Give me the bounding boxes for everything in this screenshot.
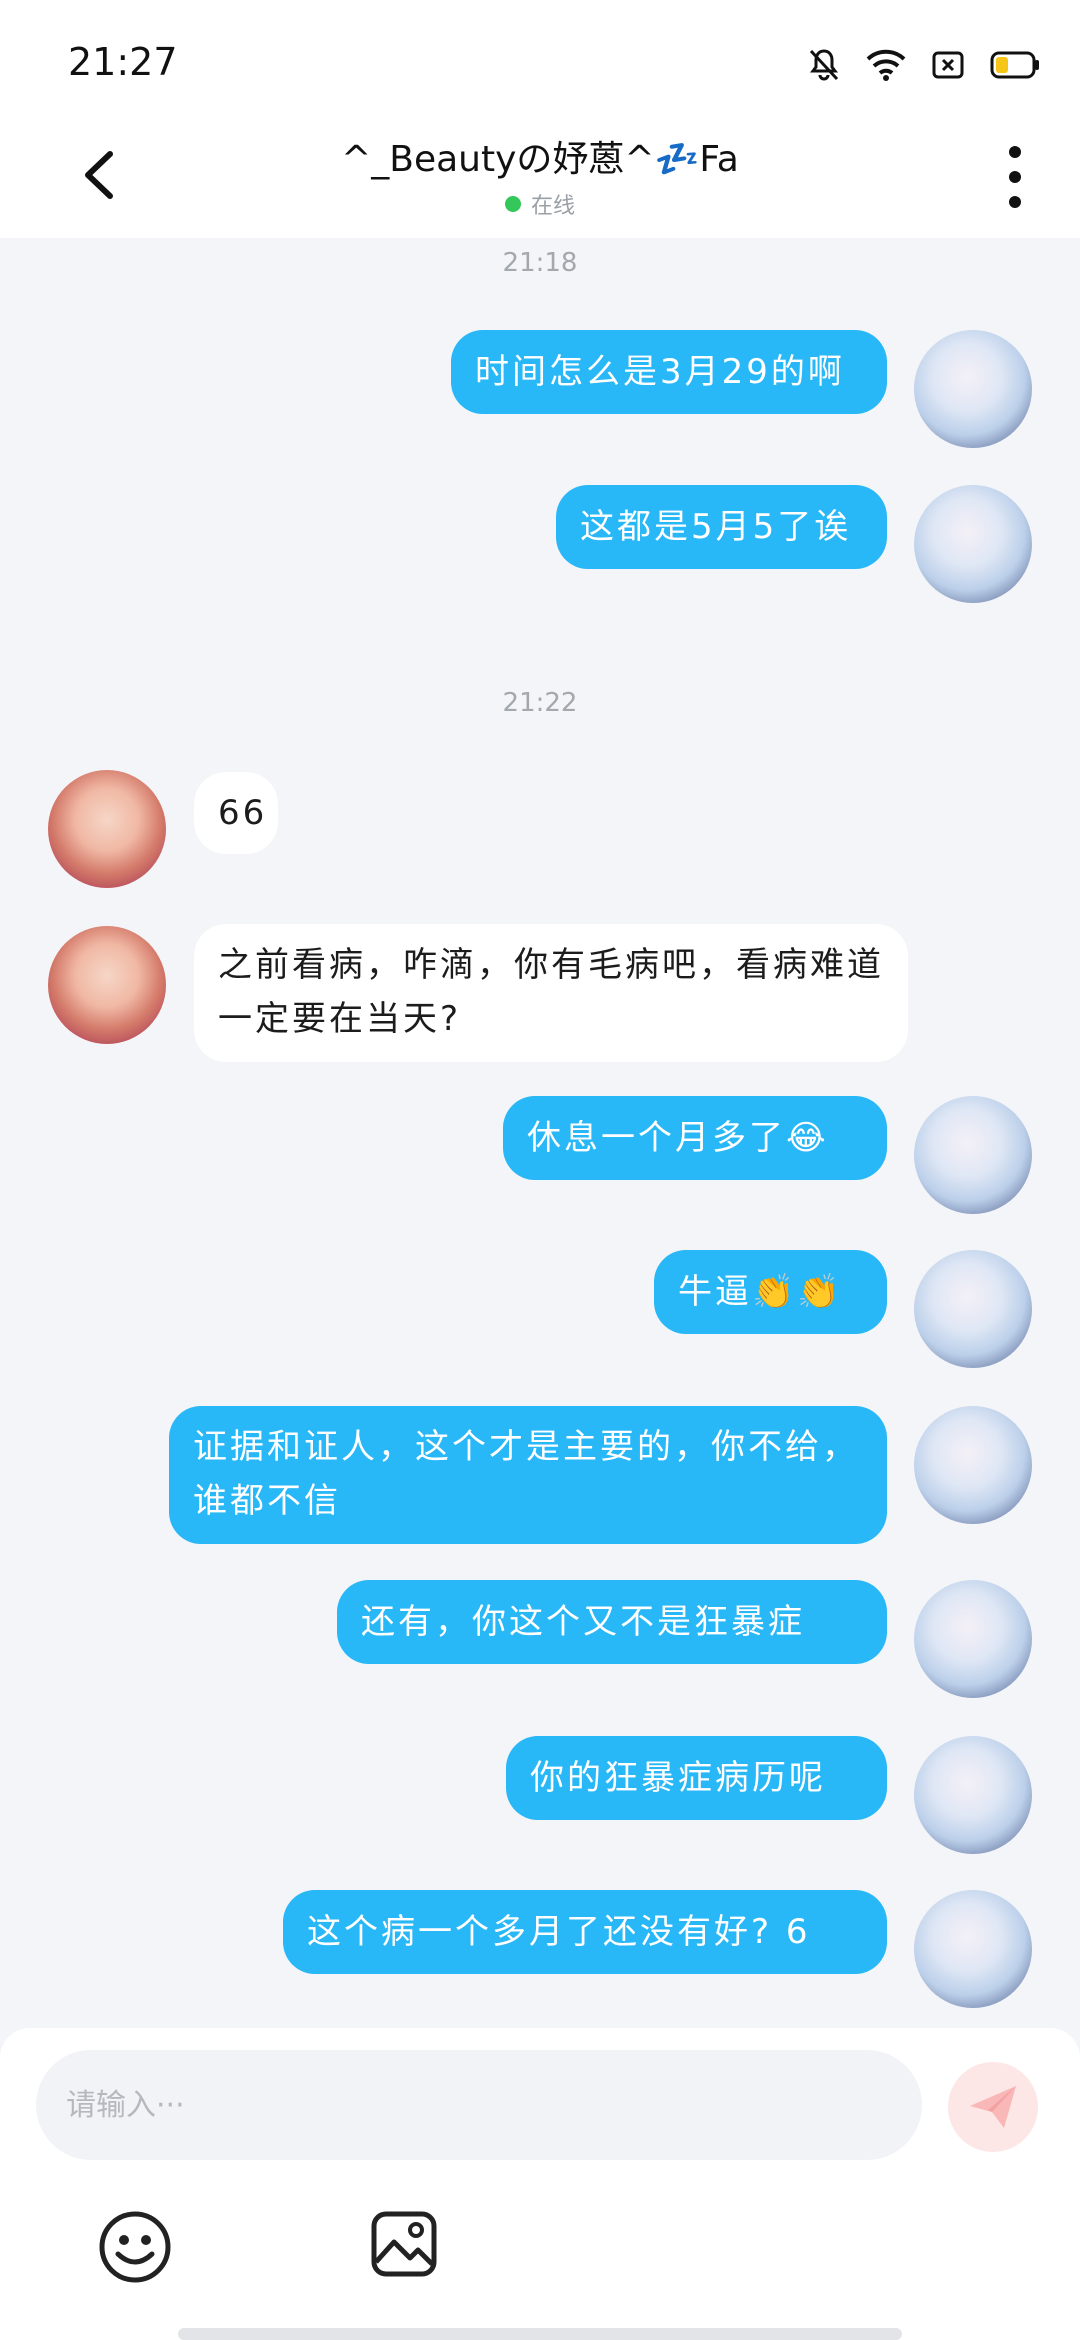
message-bubble-sent[interactable]: 证据和证人，这个才是主要的，你不给，谁都不信 [169,1406,887,1544]
message-bubble-received[interactable]: 之前看病，咋滴，你有毛病吧，看病难道一定要在当天? [194,924,908,1062]
contact-name: ^_Beautyの妤蒽^💤Fa [341,139,739,180]
avatar[interactable] [48,770,166,888]
status-icons [808,48,1040,82]
message-bubble-sent[interactable]: 休息一个月多了😂 [503,1096,887,1180]
avatar[interactable] [914,330,1032,448]
avatar[interactable] [48,926,166,1044]
avatar[interactable] [914,1406,1032,1524]
image-icon[interactable] [370,2210,438,2278]
more-options-icon[interactable] [1000,142,1030,212]
message-bubble-sent[interactable]: 这都是5月5了诶 [556,485,887,569]
message-bubble-sent[interactable]: 牛逼👏👏 [654,1250,887,1334]
status-bar: 21:27 [0,0,1080,120]
message-bubble-sent[interactable]: 你的狂暴症病历呢 [506,1736,887,1820]
status-time: 21:27 [68,40,178,84]
wifi-icon [866,49,906,81]
timestamp: 21:18 [502,248,578,278]
online-status-label: 在线 [530,194,575,219]
message-bubble-sent[interactable]: 这个病一个多月了还没有好? 6 [283,1890,887,1974]
chat-header: ^_Beautyの妤蒽^💤Fa 在线 [0,120,1080,238]
avatar[interactable] [914,1250,1032,1368]
timestamp: 21:22 [502,688,578,718]
avatar[interactable] [914,1890,1032,2008]
chat-title-block: ^_Beautyの妤蒽^💤Fa 在线 [200,130,880,220]
send-icon [970,2086,1016,2128]
online-status: 在线 [200,188,880,220]
sim-icon [932,51,964,79]
battery-icon [990,51,1039,79]
online-dot-icon [504,196,521,212]
message-bubble-sent[interactable]: 还有，你这个又不是狂暴症 [337,1580,887,1664]
message-composer [0,2028,1080,2340]
avatar[interactable] [914,1580,1032,1698]
message-input[interactable] [36,2050,922,2160]
avatar[interactable] [914,1736,1032,1854]
avatar[interactable] [914,485,1032,603]
home-indicator [178,2328,902,2340]
avatar[interactable] [914,1096,1032,1214]
message-bubble-sent[interactable]: 时间怎么是3月29的啊 [451,330,887,414]
bell-off-icon [809,49,839,81]
message-list[interactable]: 21:18 时间怎么是3月29的啊 这都是5月5了诶 21:22 66 之前看病… [0,238,1080,2028]
emoji-icon[interactable] [98,2210,172,2284]
message-bubble-received[interactable]: 66 [194,772,278,854]
send-button[interactable] [948,2062,1038,2152]
back-arrow-icon[interactable] [70,140,140,210]
